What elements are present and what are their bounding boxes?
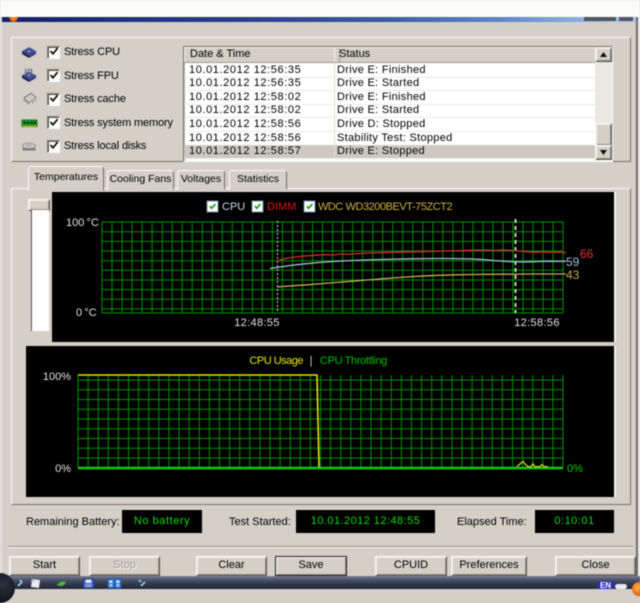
svg-text:CPU Usage: CPU Usage [249, 355, 303, 367]
svg-text:66: 66 [580, 247, 594, 261]
svg-text:59: 59 [566, 255, 580, 269]
svg-text:|: | [310, 355, 313, 367]
svg-text:WDC WD3200BEVT-75ZCT2: WDC WD3200BEVT-75ZCT2 [318, 201, 453, 213]
svg-text:0%: 0% [55, 463, 71, 475]
svg-text:43: 43 [566, 268, 580, 282]
svg-text:12:48:55: 12:48:55 [234, 317, 280, 329]
svg-text:0 °C: 0 °C [76, 307, 97, 319]
svg-text:12:58:56: 12:58:56 [514, 317, 560, 329]
svg-text:CPU: CPU [222, 201, 245, 213]
svg-text:0%: 0% [567, 463, 583, 475]
svg-text:CPU Throttling: CPU Throttling [320, 355, 387, 367]
svg-text:DIMM: DIMM [267, 201, 296, 213]
svg-text:100%: 100% [43, 371, 71, 383]
svg-text:123: 123 [24, 69, 33, 75]
svg-text:100 °C: 100 °C [66, 217, 99, 229]
